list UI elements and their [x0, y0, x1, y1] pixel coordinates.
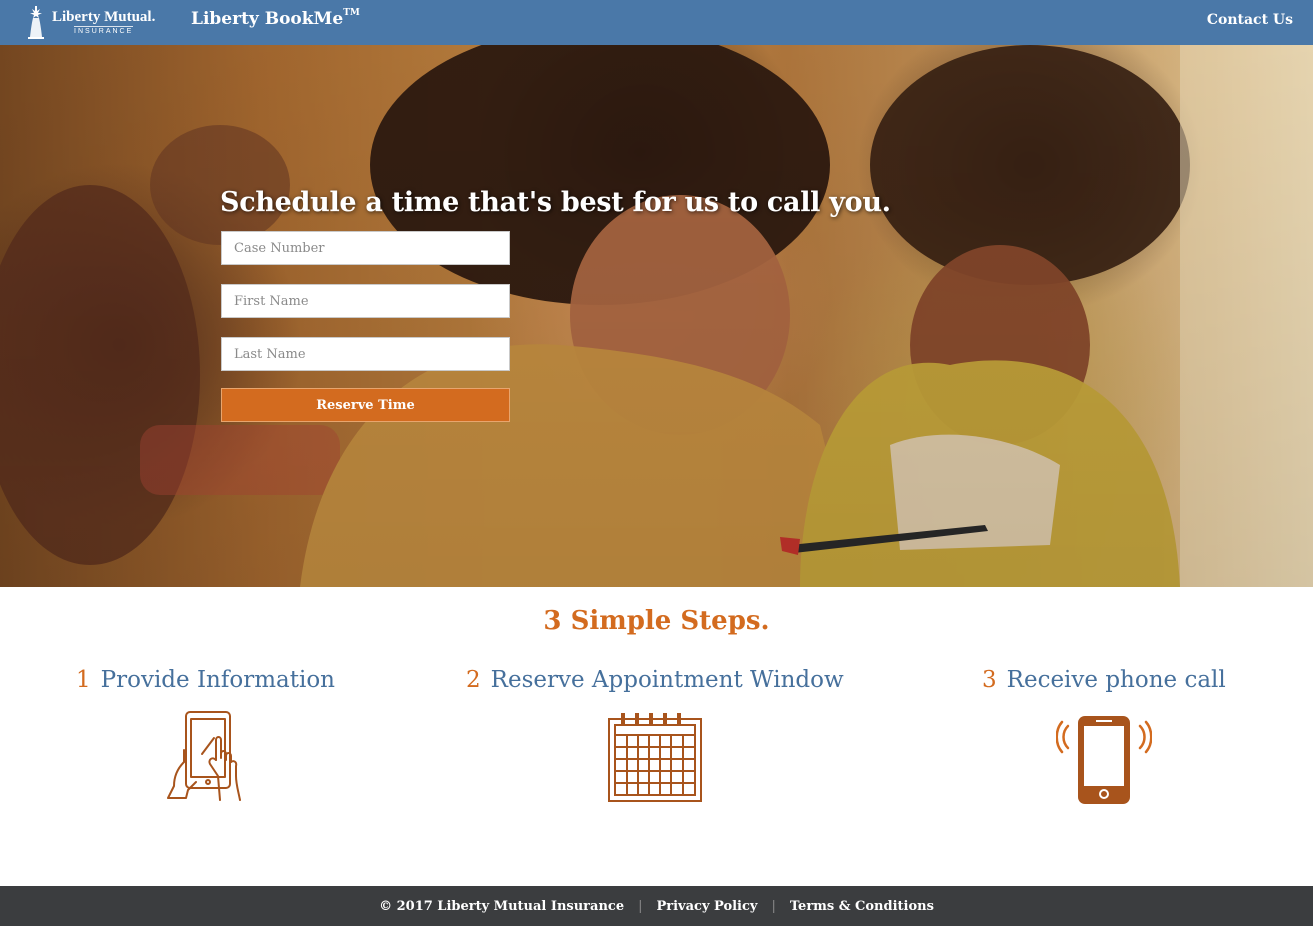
liberty-mutual-logo[interactable]: Liberty Mutual. INSURANCE — [24, 2, 170, 42]
hero-title: Schedule a time that's best for us to ca… — [220, 187, 891, 218]
app-title: Liberty BookMeTM — [191, 8, 360, 29]
footer-separator: | — [638, 898, 643, 914]
last-name-input[interactable] — [221, 337, 510, 371]
statue-of-liberty-icon — [28, 6, 44, 39]
step-label: Provide Information — [100, 667, 335, 693]
ringing-phone-icon — [1056, 716, 1152, 804]
logo-name: Liberty Mutual. — [52, 9, 156, 25]
hero-banner: Schedule a time that's best for us to ca… — [0, 45, 1313, 587]
reserve-time-button[interactable]: Reserve Time — [221, 388, 510, 422]
privacy-policy-link[interactable]: Privacy Policy — [656, 899, 757, 914]
footer: © 2017 Liberty Mutual Insurance | Privac… — [0, 886, 1313, 926]
step-2-heading: 2 Reserve Appointment Window — [466, 667, 844, 693]
contact-us-link[interactable]: Contact Us — [1207, 12, 1293, 28]
case-number-input[interactable] — [221, 231, 510, 265]
step-number: 1 — [76, 667, 91, 693]
copyright-text: © 2017 Liberty Mutual Insurance — [379, 898, 625, 914]
footer-separator: | — [771, 898, 776, 914]
calendar-icon — [608, 713, 702, 802]
tablet-hands-icon — [167, 711, 241, 801]
step-number: 3 — [982, 667, 997, 693]
steps-title: 3 Simple Steps. — [543, 606, 770, 636]
step-1-heading: 1 Provide Information — [76, 667, 335, 693]
step-label: Receive phone call — [1006, 667, 1226, 693]
trademark-mark: TM — [343, 8, 360, 19]
first-name-input[interactable] — [221, 284, 510, 318]
terms-conditions-link[interactable]: Terms & Conditions — [790, 899, 934, 914]
step-number: 2 — [466, 667, 481, 693]
app-title-text: Liberty BookMe — [191, 9, 344, 29]
step-label: Reserve Appointment Window — [490, 667, 844, 693]
step-3-heading: 3 Receive phone call — [982, 667, 1226, 693]
logo-subtitle: INSURANCE — [74, 26, 134, 35]
top-header: Liberty Mutual. INSURANCE Liberty BookMe… — [0, 0, 1313, 45]
hero-overlay — [0, 45, 1313, 587]
